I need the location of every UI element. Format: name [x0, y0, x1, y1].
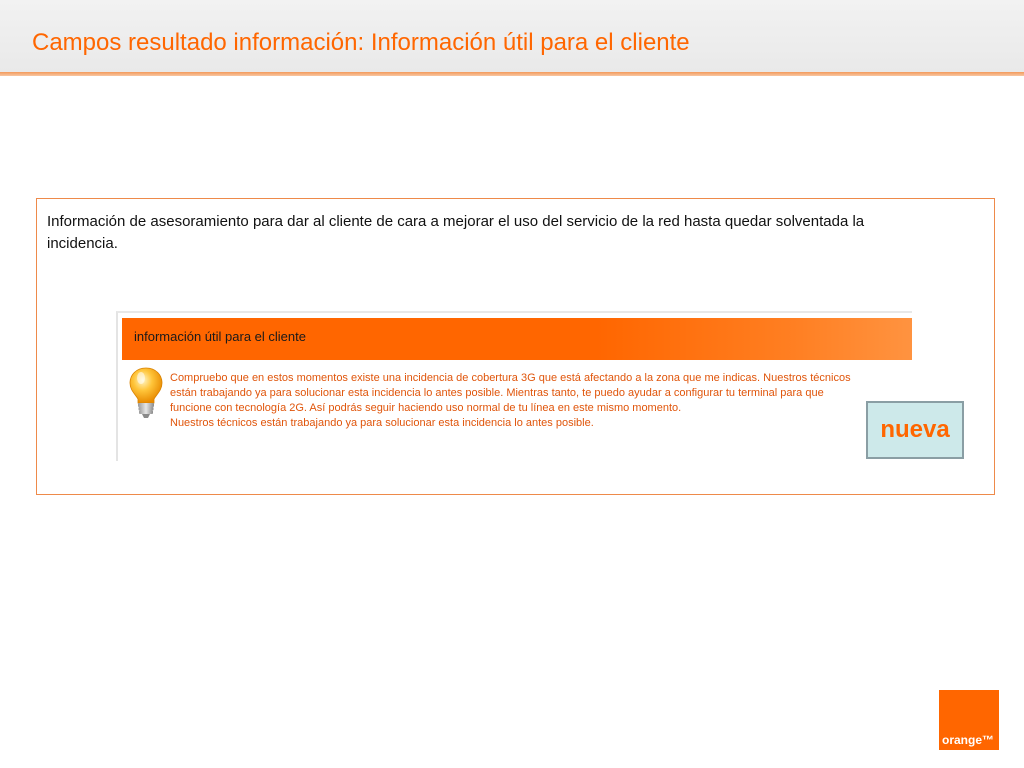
panel-message-line: Nuestros técnicos están trabajando ya pa… [170, 417, 594, 429]
new-badge-label: nueva [880, 416, 950, 443]
content-box: Información de asesoramiento para dar al… [36, 198, 995, 495]
panel-message-line: Compruebo que en estos momentos existe u… [170, 372, 851, 384]
slide: Campos resultado información: Informació… [0, 0, 1024, 768]
lightbulb-icon [129, 367, 163, 418]
panel-header: información útil para el cliente [122, 318, 912, 360]
header-divider [0, 72, 1024, 76]
panel-message: Compruebo que en estos momentos existe u… [170, 371, 910, 431]
orange-logo: orange™ [939, 690, 999, 750]
panel-header-label: información útil para el cliente [134, 329, 306, 344]
page-title: Campos resultado información: Informació… [32, 29, 690, 56]
logo-text: orange™ [942, 733, 995, 747]
panel-message-line: funcione con tecnología 2G. Así podrás s… [170, 402, 682, 414]
new-badge: nueva [866, 401, 964, 459]
description-text: Información de asesoramiento para dar al… [47, 213, 865, 252]
client-info-panel: información útil para el cliente Comprue… [116, 311, 912, 461]
panel-message-line: están trabajando ya para solucionar esta… [170, 387, 824, 399]
